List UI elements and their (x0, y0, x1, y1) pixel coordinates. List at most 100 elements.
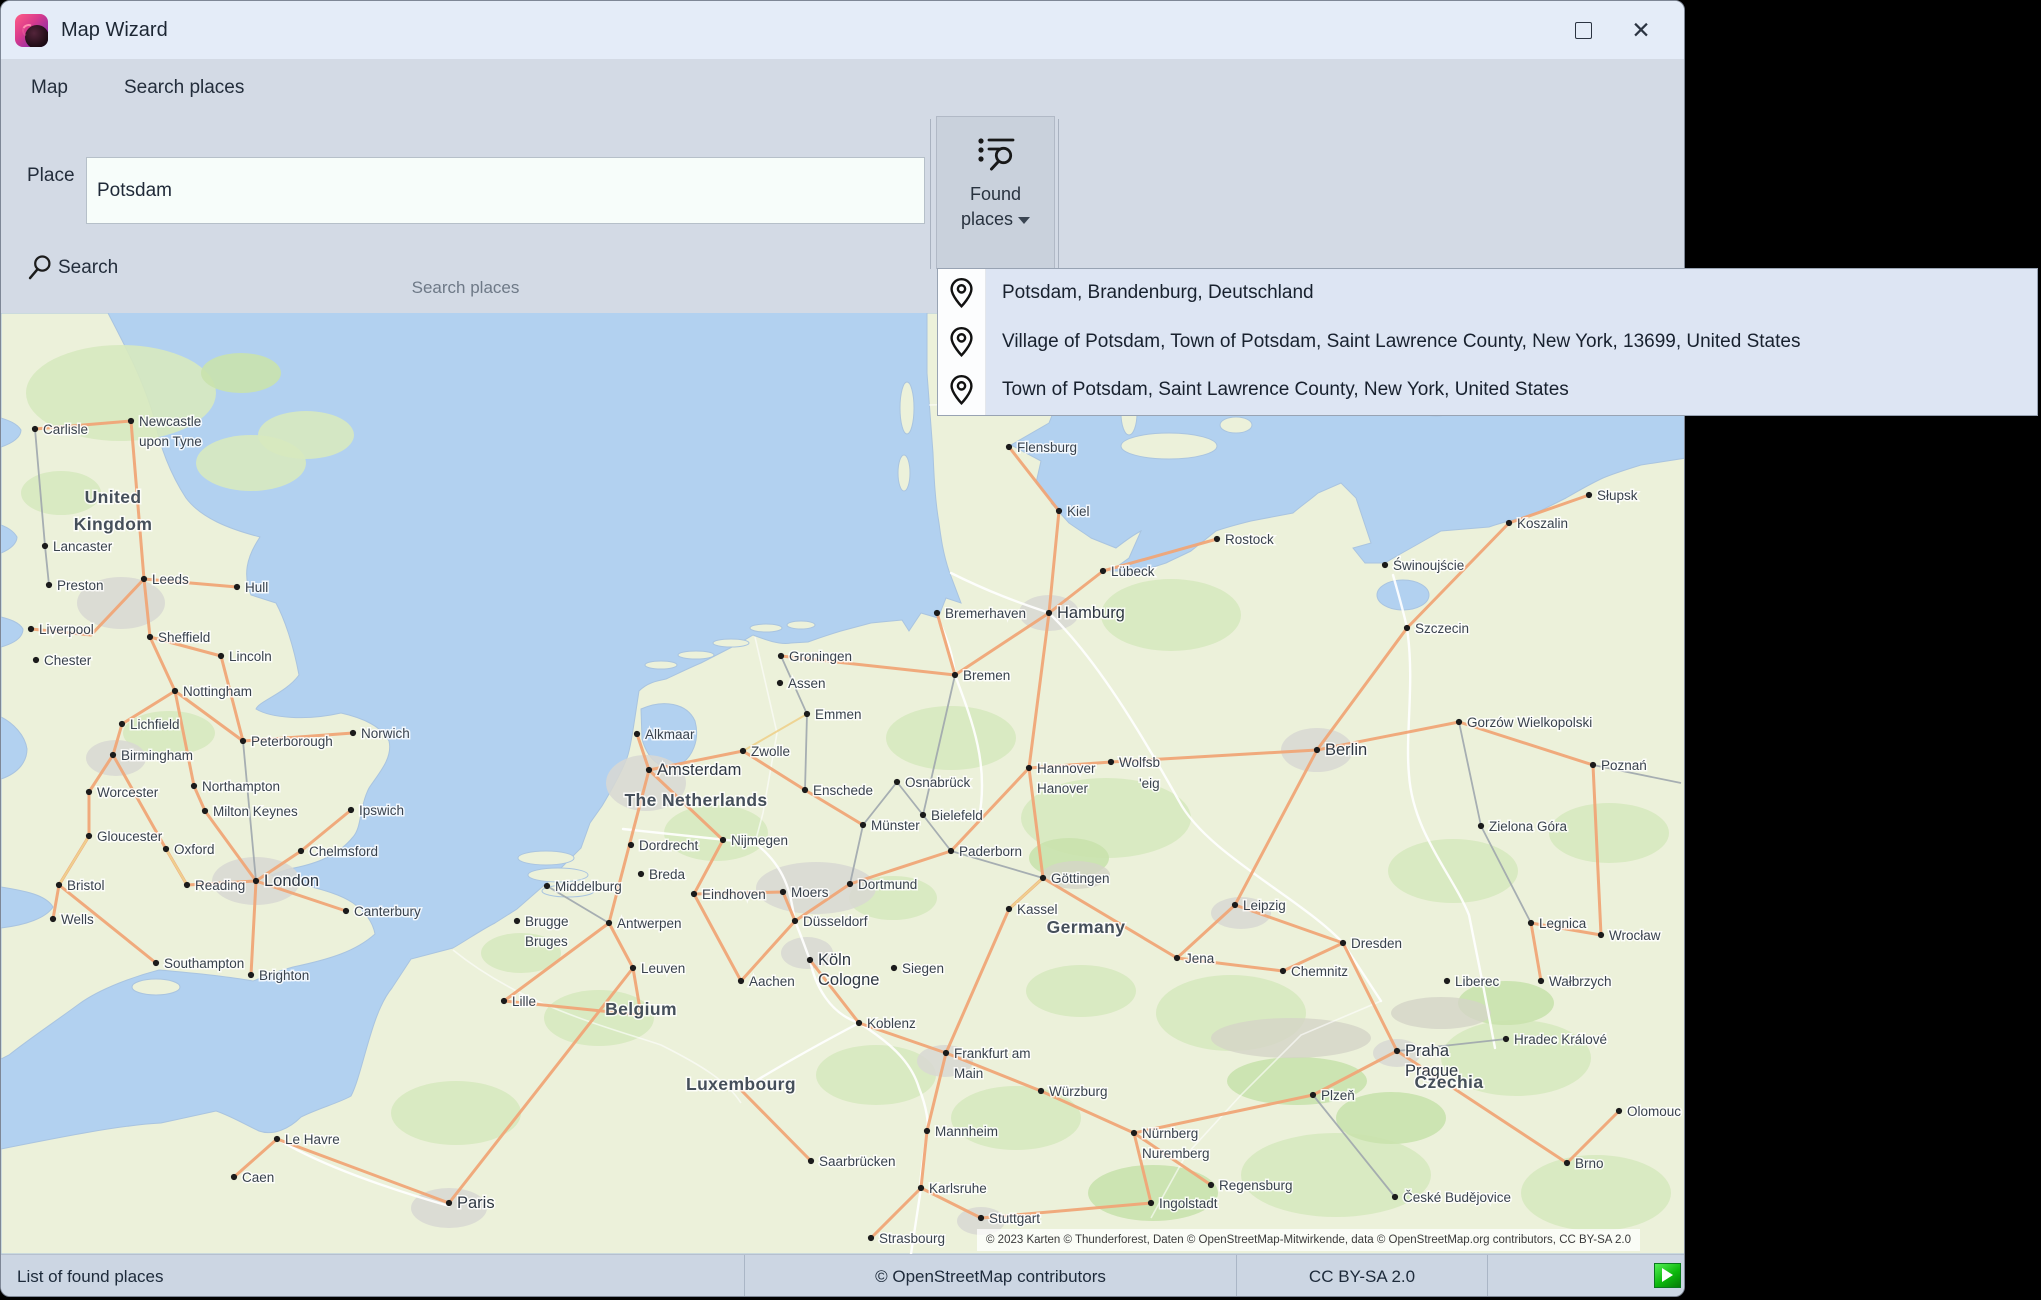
map-city-dot (202, 808, 208, 814)
map-label: Hamburg (1057, 604, 1125, 622)
map-city-dot (804, 711, 810, 717)
status-green-arrow-icon[interactable] (1654, 1263, 1681, 1288)
window-title: Map Wizard (61, 19, 168, 42)
title-bar[interactable]: Map Wizard ✕ (1, 1, 1684, 59)
map-city-dot (240, 738, 246, 744)
map-label: Würzburg (1049, 1084, 1108, 1099)
map-city-dot (1478, 823, 1484, 829)
map-label: Lille (512, 994, 536, 1009)
map-label: Leuven (641, 961, 685, 976)
found-place-option[interactable]: Village of Potsdam, Town of Potsdam, Sai… (938, 318, 2037, 367)
found-places-button[interactable]: Found places (936, 116, 1055, 269)
map-city-dot (630, 965, 636, 971)
map-city-dot (646, 767, 652, 773)
found-places-icon (974, 130, 1018, 174)
map-label: Karlsruhe (929, 1181, 987, 1196)
map-label: Zwolle (751, 744, 790, 759)
map-label: Wałbrzych (1549, 974, 1612, 989)
map-label: Newcastle (139, 414, 201, 429)
map-label: Koszalin (1517, 516, 1568, 531)
search-button[interactable]: Search (26, 254, 118, 281)
map-city-dot (1404, 625, 1410, 631)
map-city-dot (274, 1136, 280, 1142)
map-city-dot (514, 918, 520, 924)
map-label: Kiel (1067, 504, 1090, 519)
ribbon-separator (930, 119, 931, 269)
map-label: Eindhoven (702, 887, 766, 902)
map-label: Antwerpen (617, 916, 682, 931)
map-city-dot (856, 1020, 862, 1026)
map-city-dot (231, 1174, 237, 1180)
search-button-label: Search (58, 257, 118, 279)
map-city-dot (32, 426, 38, 432)
maximize-icon (1575, 22, 1592, 39)
isle-of-wight (132, 979, 180, 995)
map-city-dot (1586, 492, 1592, 498)
map-label: Lancaster (53, 539, 113, 554)
map-label: Wrocław (1609, 928, 1661, 943)
map-city-dot (1564, 1160, 1570, 1166)
map-label: Wells (61, 912, 94, 927)
search-icon (26, 254, 53, 281)
tab-map[interactable]: Map (31, 77, 68, 99)
map-city-dot (248, 972, 254, 978)
map-city-dot (868, 1235, 874, 1241)
map-canvas[interactable]: UnitedKingdomCarlisleNewcastleupon TyneL… (1, 313, 1685, 1254)
place-input[interactable] (86, 157, 925, 224)
map-label: Hannover (1037, 761, 1096, 776)
map-label: Kingdom (74, 514, 153, 534)
map-label: Cologne (818, 971, 879, 989)
map-label: Lübeck (1111, 564, 1155, 579)
found-place-option[interactable]: Potsdam, Brandenburg, Deutschland (938, 269, 2037, 318)
map-label: Enschede (813, 783, 873, 798)
map-city-dot (1232, 902, 1238, 908)
location-pin-icon (947, 326, 976, 358)
map-label: Caen (242, 1170, 274, 1185)
map-label: Bremen (963, 668, 1010, 683)
close-button[interactable]: ✕ (1612, 1, 1670, 59)
map-label: Dordrecht (639, 838, 699, 853)
map-label: Stuttgart (989, 1211, 1040, 1226)
map-city-dot (943, 1050, 949, 1056)
map-city-dot (948, 848, 954, 854)
map-city-dot (1314, 747, 1320, 753)
map-label: Carlisle (43, 422, 88, 437)
map-label: Preston (57, 578, 104, 593)
map-label: Osnabrück (905, 775, 971, 790)
map-label: Münster (871, 818, 920, 833)
map-city-dot (1456, 719, 1462, 725)
map-view[interactable]: UnitedKingdomCarlisleNewcastleupon TyneL… (1, 313, 1685, 1254)
map-city-dot (1108, 759, 1114, 765)
map-city-dot (860, 822, 866, 828)
map-label: Olomouc (1627, 1104, 1681, 1119)
map-label: Norwich (361, 726, 410, 741)
map-city-dot (1280, 968, 1286, 974)
map-city-dot (446, 1200, 452, 1206)
map-label: Słupsk (1597, 488, 1638, 503)
map-city-dot (1506, 520, 1512, 526)
map-city-dot (847, 881, 853, 887)
status-bar: List of found places © OpenStreetMap con… (1, 1254, 1685, 1297)
map-city-dot (544, 883, 550, 889)
found-place-option[interactable]: Town of Potsdam, Saint Lawrence County, … (938, 366, 2037, 415)
map-city-dot (153, 960, 159, 966)
map-label: Le Havre (285, 1132, 340, 1147)
map-label: Gloucester (97, 829, 163, 844)
map-city-dot (920, 812, 926, 818)
tab-search-places[interactable]: Search places (124, 77, 244, 99)
map-city-dot (350, 730, 356, 736)
map-label: Leipzig (1243, 898, 1286, 913)
map-city-dot (1382, 562, 1388, 568)
map-label: Jena (1185, 951, 1215, 966)
map-city-dot (802, 787, 808, 793)
maximize-button[interactable] (1554, 1, 1612, 59)
status-message: List of found places (17, 1255, 163, 1297)
map-label: Brno (1575, 1156, 1604, 1171)
map-city-dot (720, 837, 726, 843)
map-city-dot (218, 653, 224, 659)
map-label: The Netherlands (624, 790, 767, 810)
map-label: Flensburg (1017, 440, 1077, 455)
map-city-dot (1392, 1194, 1398, 1200)
map-label: Düsseldorf (803, 914, 868, 929)
map-label: Chemnitz (1291, 964, 1348, 979)
